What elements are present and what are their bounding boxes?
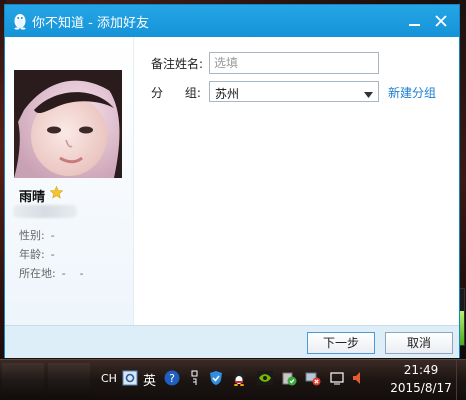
taskbar: CH 英 ? 21:49 2015/8/17: [0, 359, 466, 400]
ime-mode-indicator[interactable]: 英: [143, 370, 156, 389]
chevron-down-icon: [364, 88, 373, 98]
age-info: 年龄: -: [19, 246, 55, 262]
redacted-account-id: [13, 205, 77, 218]
avatar: [14, 70, 122, 178]
nickname: 雨晴: [19, 190, 46, 205]
close-button[interactable]: [431, 11, 451, 31]
qq-penguin-icon: [12, 12, 28, 30]
toolbar-options-icon[interactable]: [188, 370, 204, 386]
ime-icon[interactable]: [122, 370, 138, 386]
network-disconnected-icon[interactable]: [305, 370, 321, 386]
group-select[interactable]: 苏州: [209, 81, 379, 102]
profile-panel: 雨晴 性别: - 年龄: - 所在地: - -: [5, 37, 134, 325]
action-center-icon[interactable]: [329, 370, 345, 386]
svg-text:?: ?: [169, 372, 175, 385]
nvidia-icon[interactable]: [257, 370, 273, 386]
gender-label: 性别:: [19, 229, 45, 242]
security-shield-icon[interactable]: [208, 370, 224, 386]
taskbar-app-button[interactable]: [2, 363, 44, 397]
gender-info: 性别: -: [19, 227, 55, 243]
remark-input[interactable]: [209, 52, 379, 74]
cancel-button[interactable]: 取消: [385, 332, 453, 354]
clock-time[interactable]: 21:49: [397, 363, 445, 377]
help-icon[interactable]: ?: [164, 370, 180, 386]
location-value: - -: [61, 267, 84, 280]
clock-date[interactable]: 2015/8/17: [387, 381, 455, 395]
gender-value: -: [50, 229, 55, 242]
window-title: 你不知道 - 添加好友: [32, 16, 149, 31]
language-indicator[interactable]: CH: [101, 372, 117, 385]
new-group-link[interactable]: 新建分组: [388, 84, 436, 101]
remark-label: 备注姓名:: [151, 57, 204, 71]
show-desktop-button[interactable]: [456, 360, 466, 400]
star-icon: [49, 185, 64, 199]
location-info: 所在地: - -: [19, 265, 84, 281]
qq-tray-icon[interactable]: [231, 370, 247, 386]
taskbar-app-button[interactable]: [48, 363, 90, 397]
speaker-icon[interactable]: [351, 370, 367, 386]
age-label: 年龄:: [19, 248, 45, 261]
next-button[interactable]: 下一步: [307, 332, 375, 354]
group-label: 分 组:: [151, 86, 201, 100]
location-label: 所在地:: [19, 267, 56, 280]
dialog-footer: 下一步 取消: [5, 325, 459, 358]
add-friend-dialog: 你不知道 - 添加好友 雨晴 性别: - 年龄: - 所在地: - - 备注姓名…: [4, 4, 460, 358]
minimize-button[interactable]: [405, 11, 425, 31]
group-selected-value: 苏州: [215, 87, 240, 101]
safe-remove-hardware-icon[interactable]: [281, 370, 297, 386]
title-bar[interactable]: 你不知道 - 添加好友: [5, 5, 459, 37]
age-value: -: [50, 248, 55, 261]
